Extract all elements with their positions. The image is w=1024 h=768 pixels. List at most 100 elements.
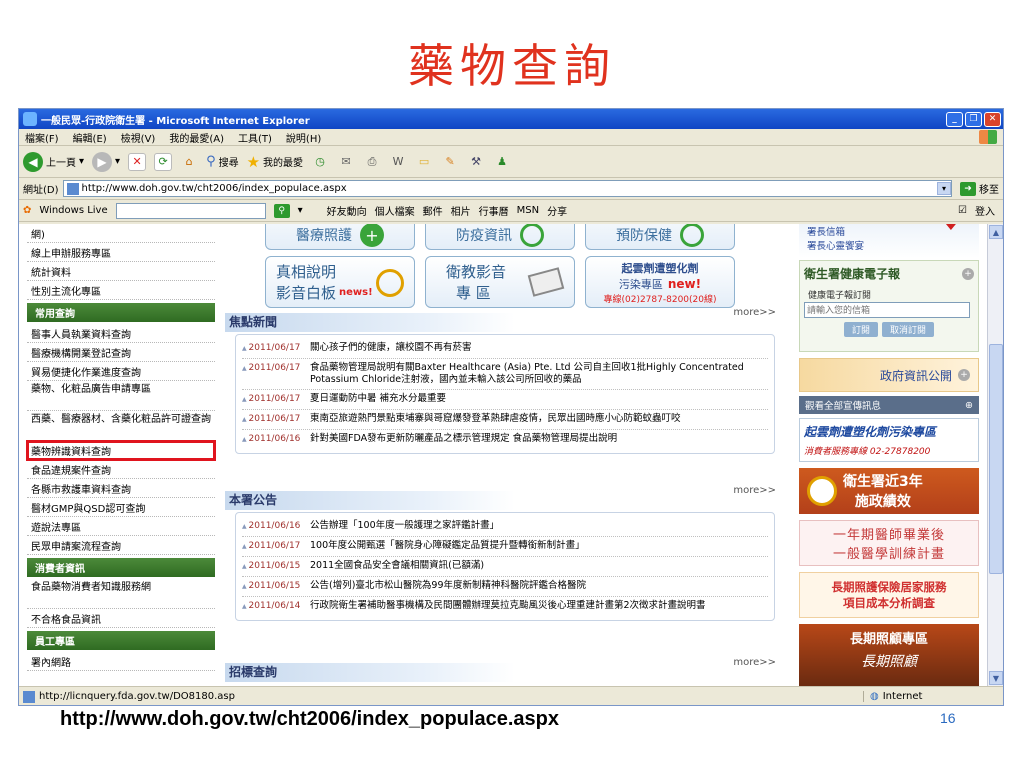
epaper-email-input[interactable] xyxy=(804,302,970,318)
nav-item-top-0[interactable]: 網) xyxy=(27,224,215,243)
news-row[interactable]: 2011/06/17食品藥物管理局說明有關Baxter Healthcare (… xyxy=(242,359,768,390)
vertical-scrollbar[interactable]: ▲ ▼ xyxy=(987,224,1003,686)
epaper-title: 衛生署健康電子報 xyxy=(804,267,901,281)
banner-epidemic[interactable]: 防疫資訊 xyxy=(425,224,575,250)
pgy-training-banner[interactable]: 一年期醫師畢業後 一般醫學訓練計畫 xyxy=(799,520,979,566)
scroll-thumb[interactable] xyxy=(989,344,1003,574)
favorites-label: 我的最愛 xyxy=(263,158,304,169)
banner-health-video[interactable]: 衛教影音 專 區 xyxy=(425,256,575,308)
announcement-row[interactable]: 2011/06/14行政院衛生署補助醫事機構及民間團體辦理莫拉克颱風災後心理重建… xyxy=(242,597,768,616)
announcement-text: 行政院衛生署補助醫事機構及民間團體辦理莫拉克颱風災後心理重建計畫第2次徵求計畫說… xyxy=(310,600,706,611)
nav-item-common-0[interactable]: 醫事人員執業資料查詢 xyxy=(27,324,215,343)
announcement-row[interactable]: 2011/06/17100年度公開甄選「醫院身心障礙鑑定品質提升暨轉銜新制計畫」 xyxy=(242,537,768,557)
live-link-msn[interactable]: MSN xyxy=(517,205,539,216)
nav-item-common-7[interactable]: 各縣市救護車資料查詢 xyxy=(27,479,215,498)
announcement-row[interactable]: 2011/06/152011全國食品安全會議相關資訊(已額滿) xyxy=(242,557,768,577)
subscribe-button[interactable]: 訂閱 xyxy=(843,322,878,337)
nav-item-online-services[interactable]: 線上申辦服務專區 xyxy=(27,243,215,262)
director-feast-link[interactable]: 署長心靈饗宴 xyxy=(807,240,979,254)
nav-item-common-1[interactable]: 醫療機構開業登記查詢 xyxy=(27,343,215,362)
live-settings-icon[interactable]: ☑ xyxy=(958,205,967,216)
live-link-calendar[interactable]: 行事曆 xyxy=(479,203,509,218)
announcement-row[interactable]: 2011/06/16公告辦理「100年度一般護理之家評鑑計畫」 xyxy=(242,517,768,537)
banner-plasticizer[interactable]: 起雲劑遭塑化劑 污染專區 new! 專線(02)2787-8200(20線) xyxy=(585,256,735,308)
ltc-insurance-banner[interactable]: 長期照護保險居家服務 項目成本分析調查 xyxy=(799,572,979,618)
refresh-icon[interactable]: ⟳ xyxy=(154,152,173,171)
favorites-button[interactable]: ★ 我的最愛 xyxy=(247,153,303,171)
banner-prevention[interactable]: 預防保健 xyxy=(585,224,735,250)
news-row[interactable]: 2011/06/17夏日運動防中暑 補充水分最重要 xyxy=(242,390,768,410)
nav-item-consumer-0[interactable]: 食品藥物消費者知識服務網 xyxy=(27,579,215,609)
search-button[interactable]: ⚲ 搜尋 xyxy=(206,154,239,169)
unsubscribe-button[interactable]: 取消訂閱 xyxy=(882,322,935,337)
chevron-down-icon[interactable]: ▾ xyxy=(298,205,303,216)
menu-tools[interactable]: 工具(T) xyxy=(238,130,272,145)
nav-item-common-3[interactable]: 藥物、化粧品廣告申請專區 xyxy=(27,381,215,411)
nav-item-drug-identification[interactable]: 藥物辨識資料查詢 xyxy=(26,440,216,461)
live-link-friends[interactable]: 好友動向 xyxy=(327,203,367,218)
status-text: http://licnquery.fda.gov.tw/DO8180.asp xyxy=(39,691,235,702)
page-icon xyxy=(66,182,79,195)
print-icon[interactable]: ⎙ xyxy=(363,153,381,171)
banner-video-whiteboard[interactable]: 真相說明 影音白板 news! xyxy=(265,256,415,308)
nav-item-common-4[interactable]: 西藥、醫療器材、含藥化粧品許可證查詢 xyxy=(27,411,215,441)
menu-favorites[interactable]: 我的最愛(A) xyxy=(169,130,224,145)
plus-circle-icon[interactable]: + xyxy=(962,267,974,280)
close-button[interactable]: ✕ xyxy=(984,111,1001,127)
forward-button[interactable]: ▶ ▾ xyxy=(92,151,120,172)
promo-all-bar[interactable]: 觀看全部宣傳訊息 ⊕ xyxy=(799,396,979,414)
nav-item-consumer-1[interactable]: 不合格食品資訊 xyxy=(27,609,215,628)
scroll-up-arrow-icon[interactable]: ▲ xyxy=(989,225,1003,239)
news-row[interactable]: 2011/06/17關心孩子們的健康，讓校園不再有菸害 xyxy=(242,339,768,359)
performance-banner[interactable]: 衛生署近3年 施政績效 xyxy=(799,468,979,514)
search-icon[interactable]: ⚲ xyxy=(273,203,290,218)
news-date: 2011/06/17 xyxy=(242,393,310,406)
live-link-mail[interactable]: 郵件 xyxy=(423,203,443,218)
announcements-more-link[interactable]: more>> xyxy=(733,485,780,510)
go-button[interactable]: ➜ 移至 xyxy=(956,181,1003,196)
scroll-down-arrow-icon[interactable]: ▼ xyxy=(989,671,1003,685)
nav-item-common-6[interactable]: 食品違規案件查詢 xyxy=(27,460,215,479)
live-link-profile[interactable]: 個人檔案 xyxy=(375,203,415,218)
focus-news-more-link[interactable]: more>> xyxy=(733,307,780,332)
banner-medical-care[interactable]: 醫療照護 + xyxy=(265,224,415,250)
pen-icon[interactable]: ✎ xyxy=(441,153,459,171)
nav-item-common-8[interactable]: 醫材GMP與QSD認可查詢 xyxy=(27,498,215,517)
folder-icon[interactable]: ▭ xyxy=(415,153,433,171)
nav-item-statistics[interactable]: 統計資料 xyxy=(27,262,215,281)
edit-icon[interactable]: W xyxy=(389,153,407,171)
minimize-button[interactable]: _ xyxy=(946,111,963,127)
back-button[interactable]: ◀ 上一頁 ▾ xyxy=(23,151,84,172)
live-search-input[interactable] xyxy=(115,202,266,219)
gov-info-banner[interactable]: 政府資訊公開 + xyxy=(799,358,979,392)
history-icon[interactable]: ◷ xyxy=(311,153,329,171)
nav-item-common-9[interactable]: 遊說法專區 xyxy=(27,517,215,536)
home-icon[interactable]: ⌂ xyxy=(180,153,198,171)
news-row[interactable]: 2011/06/17東南亞旅遊熱門景點東埔寨與哥窟爆發登革熱肆虐疫情，民眾出國時… xyxy=(242,410,768,430)
nav-item-staff-0[interactable]: 署內網路 xyxy=(27,652,215,671)
plasticizer-banner[interactable]: 起雲劑遭塑化劑污染專區 消費者服務專線 02-27878200 xyxy=(799,418,979,462)
live-signin[interactable]: 登入 xyxy=(975,203,995,218)
address-input[interactable]: http://www.doh.gov.tw/cht2006/index_popu… xyxy=(62,180,952,197)
news-row[interactable]: 2011/06/16針對美國FDA發布更新防曬產品之標示管理規定 食品藥物管理局… xyxy=(242,430,768,449)
stop-icon[interactable]: ✕ xyxy=(128,152,147,171)
nav-item-gender[interactable]: 性別主流化專區 xyxy=(27,281,215,300)
live-link-share[interactable]: 分享 xyxy=(547,203,567,218)
nav-item-common-10[interactable]: 民眾申請案流程查詢 xyxy=(27,536,215,555)
mail-icon[interactable]: ✉ xyxy=(337,153,355,171)
banner-video-new: news! xyxy=(339,287,373,298)
menu-edit[interactable]: 編輯(E) xyxy=(73,130,107,145)
plasticizer-title: 起雲劑遭塑化劑污染專區 xyxy=(804,425,937,439)
live-link-photos[interactable]: 相片 xyxy=(451,203,471,218)
tools-icon[interactable]: ⚒ xyxy=(467,153,485,171)
ltc-zone-banner[interactable]: 長期照顧專區 長期照顧 xyxy=(799,624,979,686)
messenger-icon[interactable]: ♟ xyxy=(493,153,511,171)
tender-more-link[interactable]: more>> xyxy=(733,657,780,682)
maximize-button[interactable]: ❐ xyxy=(965,111,982,127)
menu-help[interactable]: 說明(H) xyxy=(286,130,321,145)
menu-view[interactable]: 檢視(V) xyxy=(121,130,156,145)
chevron-down-icon[interactable]: ▾ xyxy=(937,182,951,195)
menu-file[interactable]: 檔案(F) xyxy=(25,130,59,145)
nav-item-common-2[interactable]: 貿易便捷化作業進度查詢 xyxy=(27,362,215,381)
announcement-row[interactable]: 2011/06/15公告(增列)臺北市松山醫院為99年度新制精神科醫院評鑑合格醫… xyxy=(242,577,768,597)
